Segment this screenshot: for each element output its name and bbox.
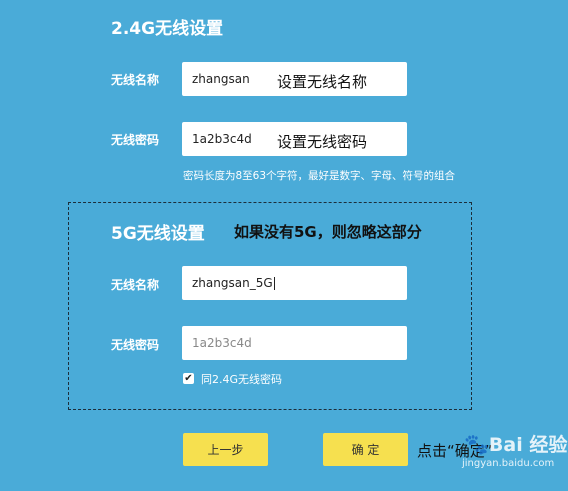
wifi-24g-password-label: 无线密码 [111, 133, 160, 147]
watermark-url: jingyan.baidu.com [462, 458, 555, 469]
wifi-24g-name-value: zhangsan [192, 72, 250, 86]
section-24g-title: 2.4G无线设置 [111, 19, 224, 39]
section-5g-annotation: 如果没有5G，则忽略这部分 [234, 223, 422, 241]
confirm-button[interactable]: 确 定 [323, 433, 408, 466]
password-hint: 密码长度为8至63个字符，最好是数字、字母、符号的组合 [183, 170, 456, 182]
wifi-24g-name-label: 无线名称 [111, 73, 160, 87]
wifi-24g-password-annotation: 设置无线密码 [277, 133, 368, 151]
wifi-5g-name-label: 无线名称 [111, 278, 160, 292]
same-password-checkbox[interactable]: ✔ [183, 373, 194, 384]
baidu-watermark-logo: 🐾Bai 经验 [464, 430, 567, 457]
prev-step-button[interactable]: 上一步 [183, 433, 268, 466]
wifi-5g-password-label: 无线密码 [111, 338, 160, 352]
wifi-24g-name-annotation: 设置无线名称 [277, 73, 368, 91]
prev-step-button-label: 上一步 [207, 443, 244, 457]
wifi-5g-password-input[interactable]: 1a2b3c4d [182, 326, 407, 360]
section-5g-title: 5G无线设置 [111, 224, 205, 244]
same-password-label: 同2.4G无线密码 [201, 373, 283, 386]
wifi-5g-password-placeholder: 1a2b3c4d [192, 336, 252, 350]
checkmark-icon: ✔ [184, 372, 193, 384]
wifi-24g-password-value: 1a2b3c4d [192, 132, 252, 146]
watermark-text: Bai 经验 [488, 434, 568, 456]
confirm-button-label: 确 定 [351, 443, 380, 457]
wifi-5g-name-input[interactable]: zhangsan_5G [182, 266, 407, 300]
text-caret [273, 276, 275, 290]
wifi-5g-name-value: zhangsan_5G [192, 276, 273, 290]
baidu-paw-icon: 🐾 [464, 432, 489, 456]
